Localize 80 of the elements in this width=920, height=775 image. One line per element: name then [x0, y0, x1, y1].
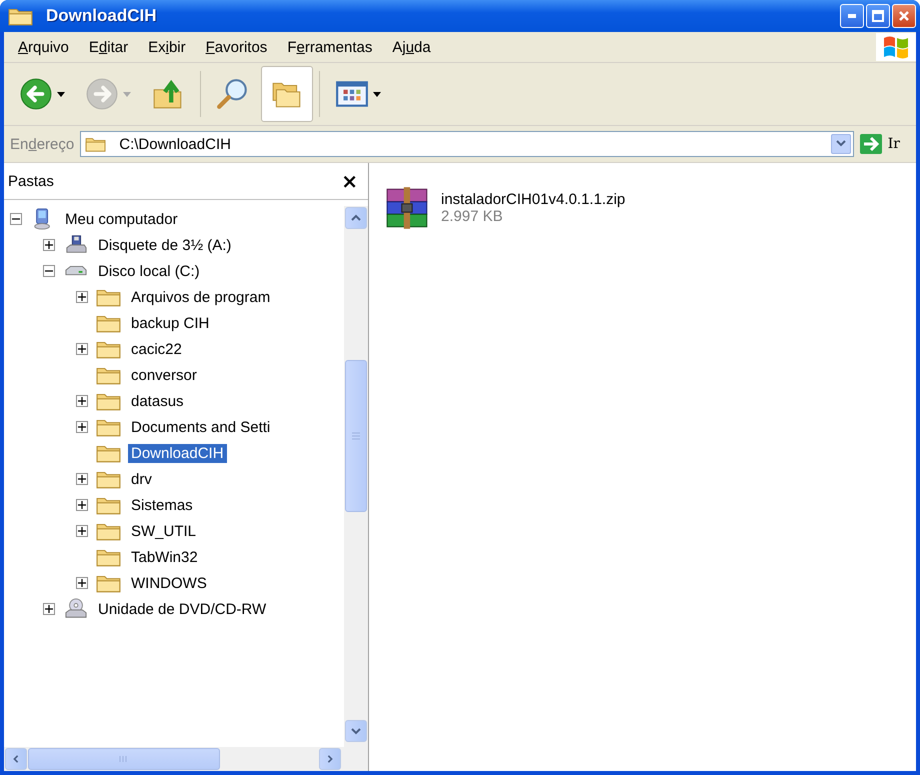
address-label: Endereço [10, 136, 74, 152]
tree-item[interactable]: datasus [128, 392, 187, 410]
collapse-button[interactable] [43, 265, 55, 277]
plus-icon [78, 345, 86, 353]
expand-button[interactable] [76, 577, 88, 589]
scroll-down-button[interactable] [345, 720, 367, 742]
go-button[interactable]: Ir [860, 134, 910, 154]
menu-item[interactable]: Ajuda [382, 36, 441, 58]
plus-icon [78, 293, 86, 301]
plus-icon [45, 241, 53, 249]
maximize-button[interactable] [866, 4, 890, 28]
pane-close-button[interactable]: × [341, 169, 358, 193]
grip-icon [351, 432, 361, 440]
plus-icon [78, 423, 86, 431]
arrow-right-icon [860, 134, 882, 154]
scroll-thumb[interactable] [28, 748, 220, 770]
tree-item[interactable]: Sistemas [128, 496, 196, 514]
plus-icon [78, 579, 86, 587]
folders-button[interactable] [261, 66, 313, 122]
menu-item[interactable]: Favoritos [196, 36, 278, 58]
menu-item[interactable]: Editar [78, 36, 138, 58]
collapse-button[interactable] [10, 213, 22, 225]
expand-button[interactable] [76, 395, 88, 407]
chevron-up-icon [351, 214, 361, 222]
tree-item[interactable]: Documents and Setti [128, 418, 274, 436]
tree-item[interactable]: Disco local (C:) [95, 262, 203, 280]
expand-button[interactable] [76, 291, 88, 303]
vertical-scrollbar[interactable] [344, 206, 368, 747]
address-field[interactable]: C:\DownloadCIH [80, 131, 854, 157]
scroll-thumb[interactable] [345, 360, 367, 512]
file-size: 2.997 KB [441, 208, 504, 225]
expand-button[interactable] [76, 343, 88, 355]
expand-button[interactable] [76, 473, 88, 485]
window-title: DownloadCIH [46, 6, 158, 26]
plus-icon [78, 475, 86, 483]
maximize-icon [871, 9, 885, 23]
tree-item[interactable]: SW_UTIL [128, 522, 200, 540]
tree-item[interactable]: DownloadCIH [128, 444, 227, 462]
expand-button[interactable] [76, 499, 88, 511]
tree-item[interactable]: cacic22 [128, 340, 185, 358]
close-button[interactable] [892, 4, 916, 28]
chevron-down-icon [351, 727, 361, 735]
menu-item[interactable]: Ferramentas [277, 36, 382, 58]
tree-item[interactable]: Meu computador [62, 210, 181, 228]
minimize-icon [848, 14, 856, 18]
menu-item[interactable]: Exibir [138, 36, 196, 58]
folder-icon [85, 135, 108, 153]
tree-item[interactable]: backup CIH [128, 314, 212, 332]
dvd-drive-icon [63, 598, 89, 620]
expand-button[interactable] [43, 239, 55, 251]
scroll-left-button[interactable] [5, 748, 27, 770]
plus-icon [78, 397, 86, 405]
tree-item[interactable]: Unidade de DVD/CD-RW [95, 600, 270, 618]
windows-logo-icon [876, 33, 916, 61]
horizontal-scrollbar[interactable] [4, 747, 368, 771]
chevron-left-icon [11, 755, 21, 763]
expand-button[interactable] [43, 603, 55, 615]
menu-item[interactable]: Arquivo [8, 36, 79, 58]
tree-item[interactable]: WINDOWS [128, 574, 210, 592]
expand-button[interactable] [76, 525, 88, 537]
tree-item[interactable]: drv [128, 470, 155, 488]
minimize-button[interactable] [840, 4, 864, 28]
tree-item[interactable]: conversor [128, 366, 200, 384]
scroll-right-button[interactable] [319, 748, 341, 770]
search-icon [216, 77, 250, 111]
tree-item[interactable]: TabWin32 [128, 548, 201, 566]
plus-icon [78, 501, 86, 509]
plus-icon [45, 605, 53, 613]
close-icon [897, 9, 911, 23]
pane-title: Pastas [8, 172, 54, 190]
chevron-down-icon [836, 140, 846, 148]
chevron-right-icon [325, 755, 335, 763]
tree-item[interactable]: Arquivos de program [128, 288, 274, 306]
dropdown-button[interactable] [830, 134, 851, 154]
plus-icon [78, 527, 86, 535]
expand-button[interactable] [76, 421, 88, 433]
scroll-up-button[interactable] [345, 207, 367, 229]
tree-item[interactable]: Disquete de 3½ (A:) [95, 236, 234, 254]
grip-icon [119, 755, 129, 763]
file-name[interactable]: instaladorCIH01v4.0.1.1.zip [441, 191, 626, 208]
